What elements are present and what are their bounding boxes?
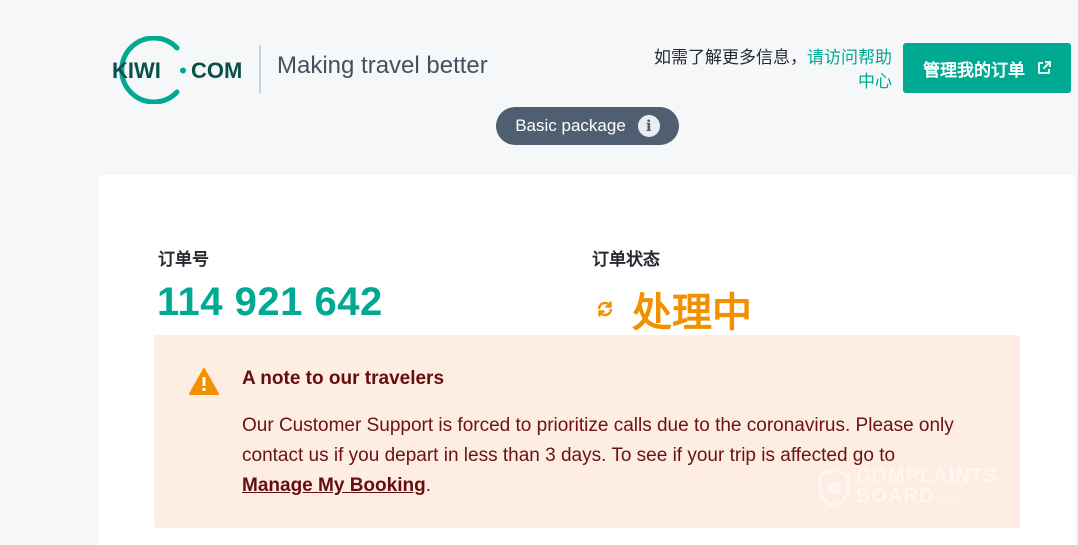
help-center-link[interactable]: 请访问帮助中心 xyxy=(807,48,892,91)
external-link-icon xyxy=(1038,61,1051,74)
manage-booking-button[interactable]: 管理我的订单 xyxy=(903,43,1071,93)
watermark-suffix: .com xyxy=(934,494,957,505)
booking-status: 处理中 xyxy=(594,280,752,338)
basic-package-badge[interactable]: Basic package i xyxy=(496,107,679,145)
sync-icon xyxy=(597,301,613,317)
shield-icon xyxy=(818,468,850,508)
booking-status-value: 处理中 xyxy=(632,291,752,335)
manage-booking-label: 管理我的订单 xyxy=(923,60,1025,80)
watermark-line1: COMPLAINTS xyxy=(856,465,999,487)
svg-text:COM: COM xyxy=(191,58,242,83)
complaintsboard-watermark: COMPLAINTS BOARD.com xyxy=(818,466,998,510)
booking-status-label: 订单状态 xyxy=(592,250,660,269)
svg-text:KIWI: KIWI xyxy=(112,58,161,83)
info-icon[interactable]: i xyxy=(637,115,660,137)
header-divider xyxy=(259,45,261,93)
notice-body-text: Our Customer Support is forced to priori… xyxy=(242,415,954,466)
notice-title: A note to our travelers xyxy=(242,368,445,389)
warning-icon xyxy=(189,368,219,395)
kiwi-logo[interactable]: KIWI COM xyxy=(103,36,245,104)
manage-my-booking-link[interactable]: Manage My Booking xyxy=(242,475,426,496)
help-text: 如需了解更多信息，请访问帮助中心 xyxy=(642,46,892,94)
package-label: Basic package xyxy=(515,116,626,135)
booking-number-label: 订单号 xyxy=(158,250,209,269)
help-prefix: 如需了解更多信息， xyxy=(654,48,807,67)
watermark-line2: BOARD xyxy=(856,485,935,507)
tagline: Making travel better xyxy=(277,52,488,79)
notice-body-end: . xyxy=(425,475,431,496)
booking-number: 114 921 642 xyxy=(157,280,383,324)
